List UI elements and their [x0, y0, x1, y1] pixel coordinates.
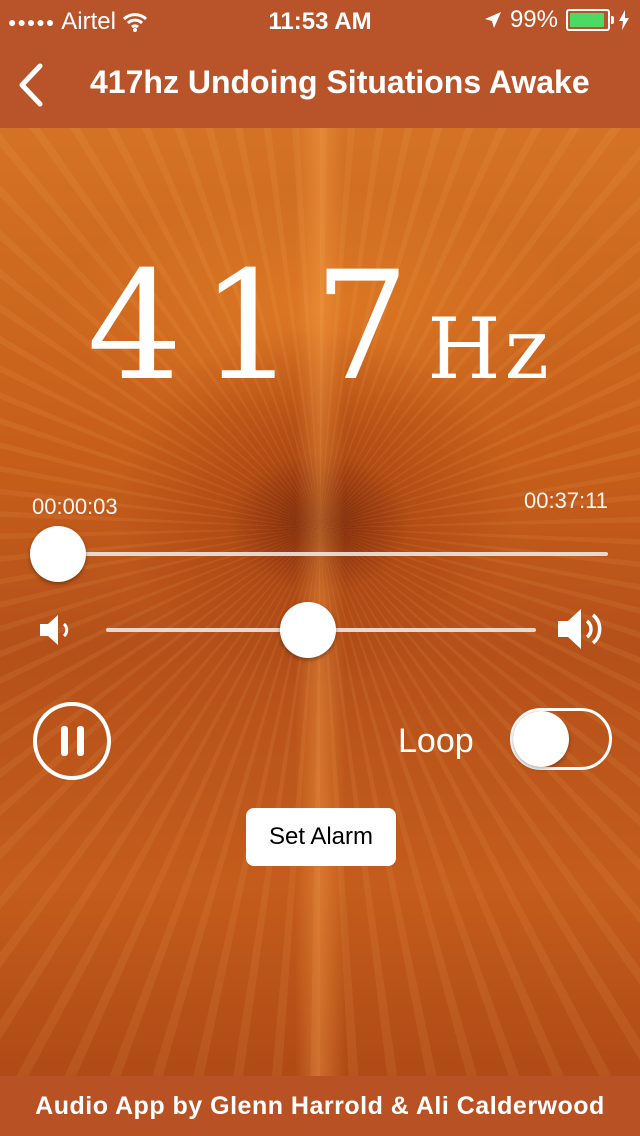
status-bar: ●●●●● Airtel 11:53 AM 99% [0, 0, 640, 40]
total-duration: 00:37:11 [523, 488, 608, 513]
pause-button[interactable] [33, 702, 111, 780]
loop-toggle[interactable] [510, 708, 612, 770]
nav-header: 417hz Undoing Situations Awake [0, 40, 640, 128]
seek-thumb[interactable] [30, 526, 86, 582]
location-arrow-icon [484, 12, 501, 28]
frequency-display: 417Hz [0, 240, 640, 414]
loop-toggle-knob[interactable] [513, 711, 569, 767]
charging-bolt-icon [619, 10, 629, 30]
frequency-unit: Hz [427, 300, 553, 398]
volume-min-icon [40, 615, 69, 645]
seek-track[interactable] [40, 552, 608, 556]
set-alarm-button[interactable]: Set Alarm [246, 808, 396, 866]
footer-credit: Audio App by Glenn Harrold & Ali Calderw… [35, 1092, 605, 1120]
status-right: 99% [484, 6, 630, 34]
footer-bar: Audio App by Glenn Harrold & Ali Calderw… [0, 1076, 640, 1136]
page-title: 417hz Undoing Situations Awake [90, 64, 590, 100]
volume-max-icon [558, 609, 602, 649]
battery-percent: 99% [509, 6, 558, 33]
volume-thumb[interactable] [280, 602, 337, 658]
loop-label: Loop [398, 722, 474, 760]
back-chevron-icon[interactable] [14, 62, 54, 108]
battery-icon [566, 9, 614, 31]
frequency-value: 417 [87, 240, 428, 414]
pause-icon [61, 726, 68, 756]
elapsed-time: 00:00:03 [32, 494, 118, 519]
